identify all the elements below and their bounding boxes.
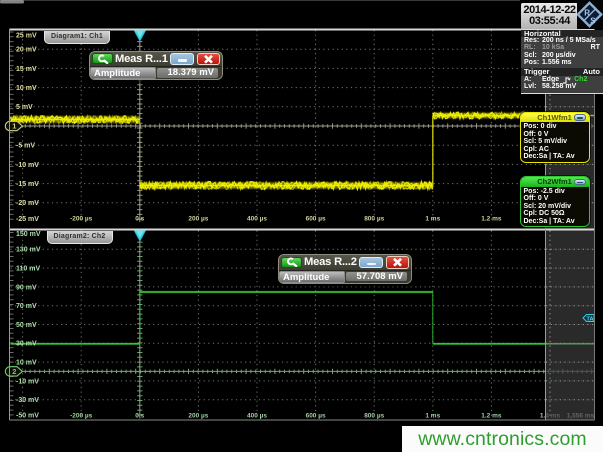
svg-text:1: 1 [12,122,16,131]
svg-text:-5 mV: -5 mV [16,143,35,150]
svg-text:600 µs: 600 µs [306,216,326,223]
svg-text:0 s: 0 s [135,216,144,223]
svg-text:25 mV: 25 mV [16,32,37,39]
svg-text:600 µs: 600 µs [306,413,326,420]
svg-text:800 µs: 800 µs [364,413,384,420]
svg-text:1.2 ms: 1.2 ms [481,413,502,420]
svg-text:70 mV: 70 mV [16,303,37,310]
svg-text:110 mV: 110 mV [16,266,40,273]
svg-text:400 µs: 400 µs [247,413,267,420]
svg-text:90 mV: 90 mV [16,284,37,291]
svg-text:-30 mV: -30 mV [16,397,39,404]
svg-text:-20 mV: -20 mV [16,200,39,207]
svg-text:10 mV: 10 mV [16,85,37,92]
svg-text:200 µs: 200 µs [188,413,208,420]
svg-text:30 mV: 30 mV [16,341,37,348]
svg-text:130 mV: 130 mV [16,247,41,254]
svg-text:5 mV: 5 mV [16,104,33,111]
svg-text:200 µs: 200 µs [188,216,208,223]
svg-text:-15 mV: -15 mV [16,181,39,188]
svg-text:800 µs: 800 µs [364,216,384,223]
svg-text:400 µs: 400 µs [247,216,267,223]
svg-text:1.2 ms: 1.2 ms [481,216,502,223]
svg-text:-200 µs: -200 µs [70,413,93,420]
svg-text:15 mV: 15 mV [16,66,37,73]
svg-text:-10 mV: -10 mV [16,378,39,385]
svg-text:0 s: 0 s [135,413,144,420]
svg-text:1 ms: 1 ms [425,216,440,223]
svg-text:1 ms: 1 ms [425,413,440,420]
svg-text:50 mV: 50 mV [16,322,37,329]
svg-text:20 mV: 20 mV [16,47,37,54]
svg-text:2: 2 [12,367,16,376]
svg-text:-50 mV: -50 mV [16,412,39,419]
svg-text:-10 mV: -10 mV [16,162,39,169]
svg-text:-25 mV: -25 mV [16,216,39,223]
svg-text:150 mV: 150 mV [16,231,41,238]
svg-text:-200 µs: -200 µs [70,216,93,223]
svg-text:S: S [590,17,596,26]
svg-text:TA: TA [587,317,594,323]
svg-text:10 mV: 10 mV [16,360,37,367]
